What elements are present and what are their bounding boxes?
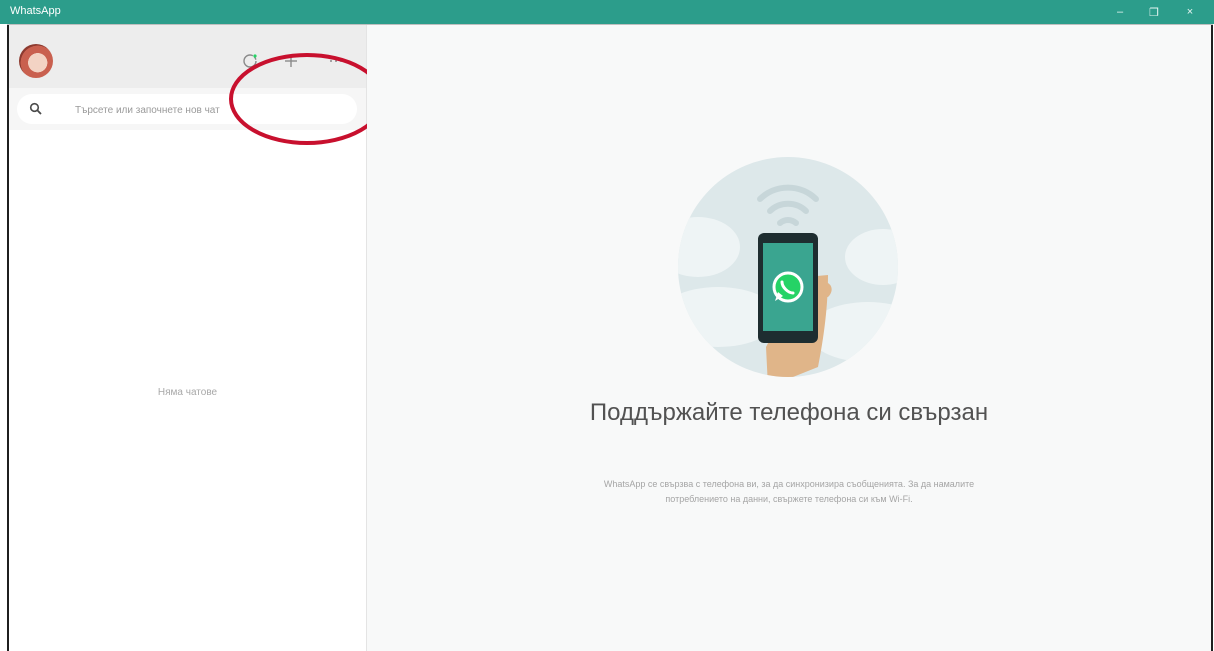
status-icon[interactable] (236, 49, 264, 73)
chat-sidebar: Няма чатове (9, 25, 385, 651)
search-icon (29, 102, 43, 116)
close-button[interactable]: × (1178, 0, 1202, 24)
main-panel: Поддържайте телефона си свързан WhatsApp… (367, 25, 1211, 651)
menu-icon[interactable] (322, 49, 350, 73)
restore-button[interactable]: ❐ (1142, 0, 1166, 24)
no-chats-label: Няма чатове (157, 387, 218, 398)
search-input[interactable] (73, 99, 347, 121)
minimize-button[interactable]: – (1108, 0, 1132, 24)
main-heading: Поддържайте телефона си свързан (589, 399, 989, 426)
phone-connected-illustration (678, 157, 898, 377)
search-bar (9, 88, 366, 130)
avatar[interactable] (19, 44, 53, 78)
whatsapp-logo-icon (772, 271, 804, 303)
sidebar-header (9, 25, 366, 88)
search-box[interactable] (17, 94, 357, 124)
window-title: WhatsApp (10, 5, 61, 17)
title-bar: WhatsApp – ❐ × (0, 0, 1214, 24)
main-description: WhatsApp се свързва с телефона ви, за да… (603, 479, 975, 504)
window-frame-right (1211, 24, 1213, 651)
new-chat-icon[interactable] (277, 49, 305, 73)
